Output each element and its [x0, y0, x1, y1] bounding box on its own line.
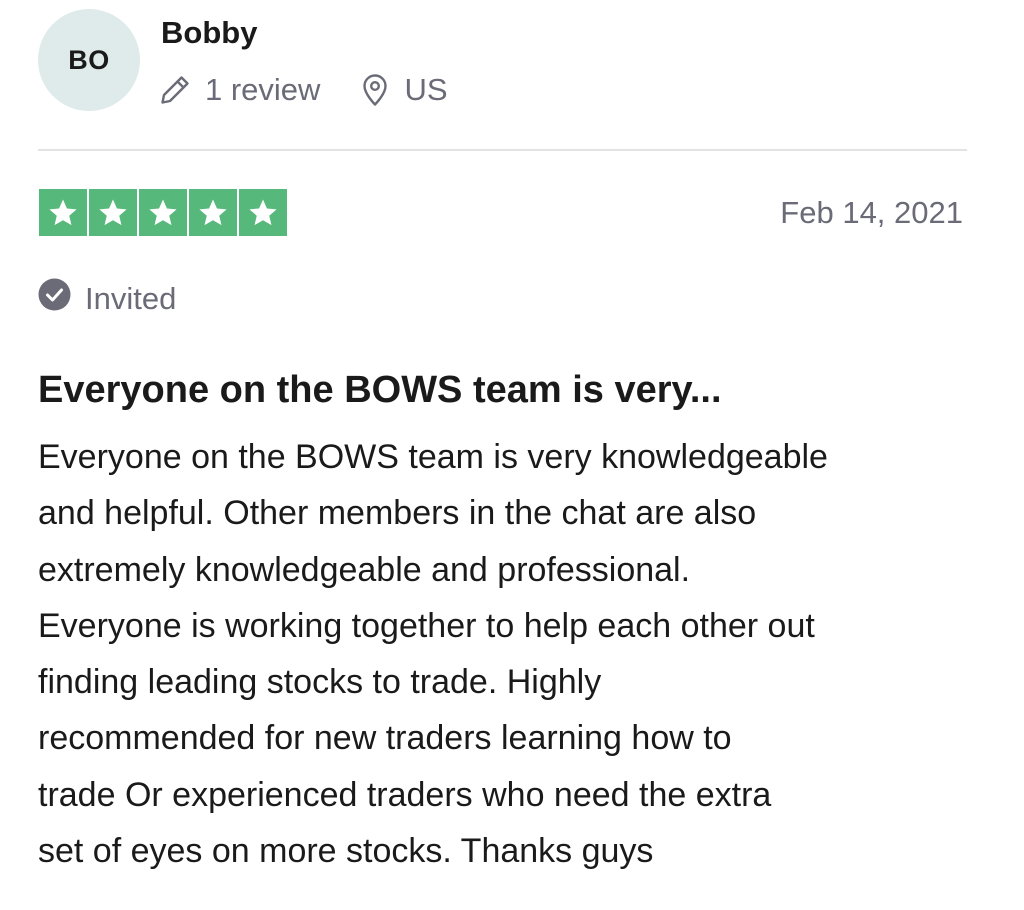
review-body-line: extremely knowledgeable and professional…	[38, 550, 691, 589]
review-count-item: 1 review	[159, 72, 320, 108]
star-icon	[89, 189, 137, 236]
review-body-line: set of eyes on more stocks. Thanks guys	[38, 832, 654, 871]
reviewer-country: US	[404, 72, 448, 107]
star-icon	[39, 189, 87, 236]
star-icon	[239, 189, 287, 236]
review-count: 1 review	[205, 72, 321, 107]
invited-label: Invited	[85, 280, 177, 316]
review-body-line: finding leading stocks to trade. Highly	[38, 663, 602, 702]
pencil-icon	[159, 74, 191, 106]
location-pin-icon	[360, 73, 390, 107]
divider	[38, 149, 967, 151]
avatar-initials: BO	[68, 44, 110, 75]
reviewer-meta: 1 review US	[159, 70, 448, 110]
review-title[interactable]: Everyone on the BOWS team is very...	[38, 366, 978, 414]
review-body-line: and helpful. Other members in the chat a…	[38, 494, 757, 533]
star-icon	[189, 189, 237, 236]
review-body-line: recommended for new traders learning how…	[38, 719, 732, 758]
review-body-line: Everyone is working together to help eac…	[38, 606, 815, 645]
review-body: Everyone on the BOWS team is very knowle…	[38, 429, 988, 879]
review-date: Feb 14, 2021	[780, 195, 963, 230]
star-rating	[39, 189, 287, 236]
location-item: US	[360, 72, 448, 108]
review-body-line: trade Or experienced traders who need th…	[38, 775, 772, 814]
reviewer-name[interactable]: Bobby	[161, 14, 257, 52]
review-body-line: Everyone on the BOWS team is very knowle…	[38, 438, 828, 476]
star-icon	[139, 189, 187, 236]
check-circle-icon	[38, 278, 71, 319]
invited-badge[interactable]: Invited	[38, 278, 176, 319]
avatar[interactable]: BO	[38, 9, 140, 111]
